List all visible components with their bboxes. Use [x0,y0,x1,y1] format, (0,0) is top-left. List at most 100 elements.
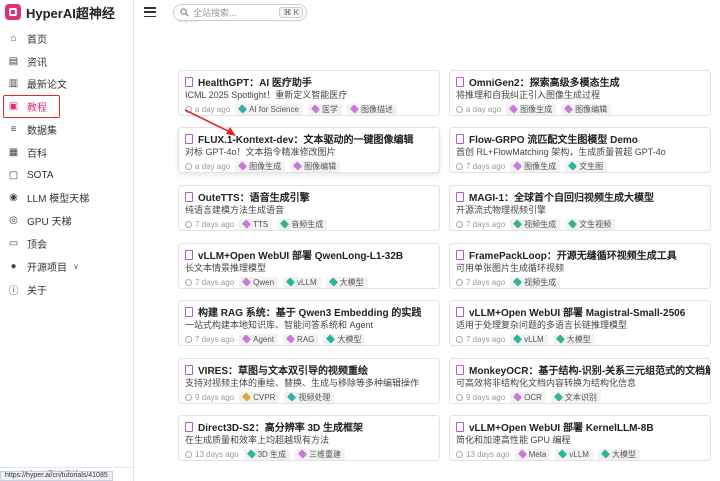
info-icon: ⓘ [8,285,19,297]
card-title[interactable]: OuteTTS：语音生成引擎 [185,190,433,204]
card-title[interactable]: FLUX.1-Kontext-dev：文本驱动的一键图像编辑 [185,132,433,146]
sidebar-item-7[interactable]: ◉ LLM 模型天梯 [0,187,133,210]
card-title[interactable]: Direct3D-S2：高分辨率 3D 生成框架 [185,420,433,434]
tag-chip[interactable]: AI for Science [235,103,303,115]
tag-chip[interactable]: 文生视频 [565,218,616,230]
tag-chip[interactable]: 3D 生成 [243,448,291,460]
card-title[interactable]: OmniGen2：探索高级多模态生成 [456,75,704,89]
tutorial-card[interactable]: Direct3D-S2：高分辨率 3D 生成框架 在生成质量和效率上均超越现有方法… [178,415,440,461]
tag-chip[interactable]: 三维重建 [295,448,346,460]
status-bar-url: https://hyper.ai/cn/tutorials/41085 [0,471,113,481]
card-time: a day ago [466,104,502,114]
sidebar-item-10[interactable]: ● 开源项目 ∨ [0,255,133,278]
tag-chip[interactable]: 视频生成 [510,218,561,230]
sidebar-item-1[interactable]: ▤ 资讯 [0,50,133,73]
clock-icon [185,450,192,458]
tag-label: 大模型 [337,334,362,344]
tutorial-card[interactable]: 构建 RAG 系统：基于 Qwen3 Embedding 的实践 一站式构建本地知… [178,300,440,346]
sidebar-item-9[interactable]: ▭ 顶会 [0,232,133,255]
clock-icon [456,278,463,286]
tutorial-card[interactable]: Flow-GRPO 流匹配文生图模型 Demo 首创 RL+FlowMatchin… [449,127,711,173]
tutorial-card[interactable]: vLLM+Open WebUI 部署 QwenLong-L1-32B 长文本情景推… [178,243,440,289]
tag-chip[interactable]: 图像编辑 [290,160,341,172]
tutorial-card[interactable]: FramePackLoop：开源无缝循环视频生成工具 可用单张图片生成循环视频 7 … [449,243,711,289]
menu-toggle-button[interactable] [143,5,157,19]
tag-chip[interactable]: 医学 [307,103,342,115]
card-title-text: vLLM+Open WebUI 部署 KernelLLM-8B [469,423,654,434]
tag-chip[interactable]: 视频处理 [284,391,335,403]
tag-chip[interactable]: 视频生成 [510,276,561,288]
sidebar-item-label: 资讯 [27,57,47,69]
tag-label: 图像生成 [249,161,282,171]
search-icon [180,7,189,17]
sidebar-item-8[interactable]: ◎ GPU 天梯 [0,209,133,232]
app-window: HyperAI超神经 ⌂ 首页 ▤ 资讯 ▥ 最新论文 ▣ 教程 ≡ 数据集 ▦ 百科 ▢ SOTA ◉ LL… [0,0,720,481]
tag-chip[interactable]: CVPR [239,391,280,403]
tag-chip[interactable]: 大模型 [325,276,368,288]
tutorial-card[interactable]: OuteTTS：语音生成引擎 纯语言建模方法生成语音 7 days ago TTS 音频… [178,185,440,231]
card-title[interactable]: 构建 RAG 系统：基于 Qwen3 Embedding 的实践 [185,305,433,319]
card-title[interactable]: MAGI-1：全球首个自回归视频生成大模型 [456,190,704,204]
tag-chip[interactable]: 文本识别 [550,391,601,403]
card-title[interactable]: Flow-GRPO 流匹配文生图模型 Demo [456,132,704,146]
clock-icon [185,393,192,401]
tag-chip[interactable]: vLLM [510,333,548,345]
tag-chip[interactable]: RAG [283,333,319,345]
tag-chip[interactable]: Agent [239,333,279,345]
tag-icon [326,334,336,344]
tag-chip[interactable]: 图像生成 [510,160,561,172]
conference-icon: ▭ [8,238,19,250]
card-description: 首创 RL+FlowMatching 架构，生成质量普超 GPT-4o [456,147,666,157]
tutorial-card[interactable]: vLLM+Open WebUI 部署 KernelLLM-8B 简化和加速高性能 … [449,415,711,461]
llm-icon: ◉ [9,192,18,204]
tag-chip[interactable]: vLLM [283,276,321,288]
tag-icon [349,104,360,114]
tag-chip[interactable]: 大模型 [323,333,366,345]
sidebar-item-5[interactable]: ▦ 百科 [0,141,133,164]
card-title-text: MAGI-1：全球首个自回归视频生成大模型 [469,193,654,204]
tutorial-card[interactable]: FLUX.1-Kontext-dev：文本驱动的一键图像编辑 对标 GPT-4o！… [178,127,440,173]
sidebar-item-6[interactable]: ▢ SOTA [0,164,133,187]
sidebar-item-0[interactable]: ⌂ 首页 [0,27,133,50]
tag-label: 文生视频 [579,219,612,229]
card-title[interactable]: HealthGPT：AI 医疗助手 [185,75,433,89]
sidebar-item-label: 首页 [27,34,47,46]
tag-chip[interactable]: 图像编辑 [561,103,612,115]
tag-chip[interactable]: 大模型 [597,448,640,460]
tag-icon [293,161,303,171]
card-title[interactable]: vLLM+Open WebUI 部署 KernelLLM-8B [456,420,704,434]
tutorial-card[interactable]: VIRES：草图与文本双引导的视频重绘 支持对视频主体的重绘、替换、生成与移除等多… [178,358,440,404]
card-title[interactable]: vLLM+Open WebUI 部署 Magistral-Small-2506 [456,305,704,319]
card-title[interactable]: vLLM+Open WebUI 部署 QwenLong-L1-32B [185,248,433,262]
tag-chip[interactable]: 图像生成 [506,103,557,115]
tag-chip[interactable]: 大模型 [552,333,595,345]
sidebar-item-4[interactable]: ≡ 数据集 [0,118,133,141]
tag-chip[interactable]: vLLM [555,448,593,460]
card-description: 简化和加速高性能 GPU 编程 [456,435,571,445]
tag-chip[interactable]: 音频生成 [277,218,328,230]
tag-icon [513,334,523,344]
sidebar-item-2[interactable]: ▥ 最新论文 [0,73,133,96]
tutorial-card[interactable]: OmniGen2：探索高级多模态生成 将推理和自我纠正引入图像生成过程 a day … [449,70,711,116]
tag-chip[interactable]: Qwen [239,276,279,288]
search-input[interactable]: 全站搜索... [193,6,279,19]
document-icon [185,76,193,87]
tag-chip[interactable]: 图像描述 [346,103,397,115]
sidebar-item-11[interactable]: ⓘ 关于 [0,278,133,301]
tag-chip[interactable]: OCR [510,391,546,403]
tutorial-card[interactable]: MonkeyOCR：基于结构-识别-关系三元组范式的文档解析 可高效将非结构化文档… [449,358,711,404]
brand[interactable]: HyperAI超神经 [0,0,133,24]
tutorial-card[interactable]: vLLM+Open WebUI 部署 Magistral-Small-2506 适… [449,300,711,346]
dataset-icon: ≡ [10,124,17,136]
tag-chip[interactable]: 图像生成 [235,160,286,172]
sidebar-item-3[interactable]: ▣ 教程 [3,95,60,119]
card-title[interactable]: VIRES：草图与文本双引导的视频重绘 [185,363,433,377]
card-title[interactable]: MonkeyOCR：基于结构-识别-关系三元组范式的文档解析 [456,363,710,377]
tutorial-card[interactable]: HealthGPT：AI 医疗助手 ICML 2025 Spotlight！重新定… [178,70,440,116]
card-time: 7 days ago [466,334,506,344]
tag-chip[interactable]: TTS [239,218,273,230]
tag-chip[interactable]: Meta [514,448,551,460]
tag-chip[interactable]: 文生图 [565,160,608,172]
tutorial-card[interactable]: MAGI-1：全球首个自回归视频生成大模型 开源流式物理视频引擎 7 days ag… [449,185,711,231]
card-title[interactable]: FramePackLoop：开源无缝循环视频生成工具 [456,248,704,262]
